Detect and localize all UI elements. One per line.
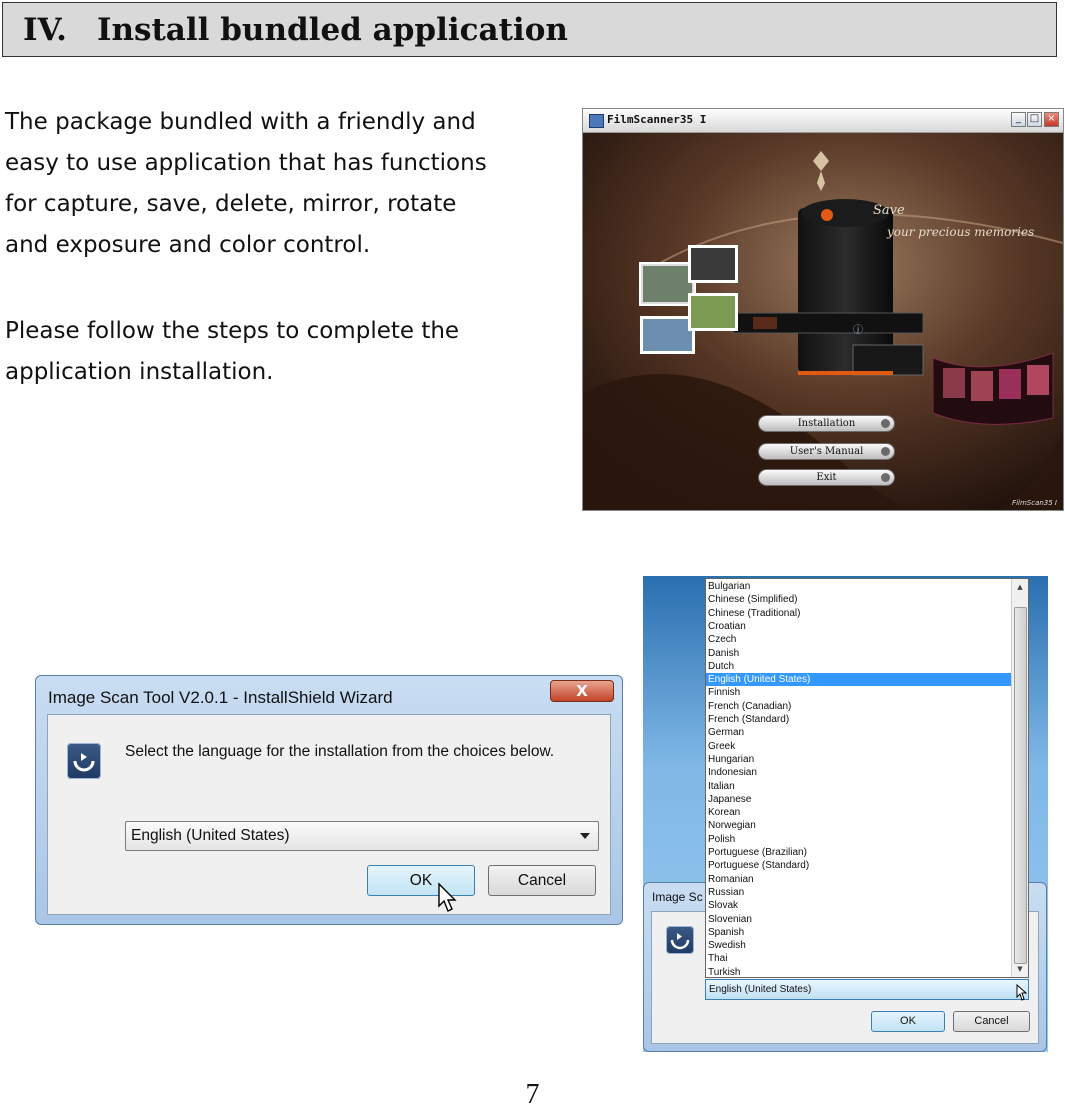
language-option[interactable]: Danish: [706, 647, 1012, 660]
language-option[interactable]: Norwegian: [706, 819, 1012, 832]
language-option[interactable]: German: [706, 726, 1012, 739]
language-select-open[interactable]: English (United States): [705, 979, 1029, 1001]
steps-line: Please follow the steps to complete the: [5, 318, 460, 344]
section-title: Install bundled application: [97, 12, 568, 48]
language-option[interactable]: Chinese (Traditional): [706, 607, 1012, 620]
language-option[interactable]: English (United States): [706, 673, 1012, 687]
language-option[interactable]: French (Canadian): [706, 700, 1012, 713]
close-icon[interactable]: ×: [1044, 112, 1059, 127]
cancel-button[interactable]: Cancel: [953, 1011, 1030, 1032]
install-dialog-title: Image Scan Tool V2.0.1 - InstallShield W…: [48, 688, 393, 707]
users-manual-button[interactable]: User's Manual: [758, 443, 895, 460]
intro-line: and exposure and color control.: [5, 232, 371, 258]
language-option[interactable]: Russian: [706, 886, 1012, 899]
language-option[interactable]: Slovak: [706, 899, 1012, 912]
section-heading: IV. Install bundled application: [2, 2, 1057, 57]
language-option[interactable]: Czech: [706, 633, 1012, 646]
installer-icon: [666, 926, 694, 954]
language-option[interactable]: Portuguese (Brazilian): [706, 846, 1012, 859]
language-option[interactable]: Thai: [706, 952, 1012, 965]
minimize-icon[interactable]: _: [1011, 112, 1026, 127]
ok-button[interactable]: OK: [871, 1011, 945, 1032]
chevron-down-icon: [580, 833, 590, 839]
mouse-cursor-icon: [438, 882, 457, 912]
language-option[interactable]: Swedish: [706, 939, 1012, 952]
language-option[interactable]: French (Standard): [706, 713, 1012, 726]
install-dialog-body: Select the language for the installation…: [47, 714, 611, 915]
users-manual-label: User's Manual: [789, 446, 864, 457]
installation-label: Installation: [797, 418, 856, 429]
cancel-button[interactable]: Cancel: [488, 865, 596, 896]
language-option[interactable]: Slovenian: [706, 913, 1012, 926]
scroll-up-icon[interactable]: ▲: [1012, 579, 1028, 595]
svg-text:ⓙ: ⓙ: [853, 324, 863, 336]
filmscanner-titlebar: FilmScanner35 I _ □ ×: [583, 109, 1063, 133]
language-option[interactable]: Chinese (Simplified): [706, 593, 1012, 606]
slogan-line1: Save: [873, 203, 905, 218]
language-option[interactable]: Polish: [706, 833, 1012, 846]
exit-button[interactable]: Exit: [758, 469, 895, 486]
close-button[interactable]: X: [550, 680, 614, 702]
scroll-down-icon[interactable]: ▼: [1012, 961, 1028, 977]
installer-icon: [67, 743, 101, 779]
intro-line: for capture, save, delete, mirror, rotat…: [5, 191, 457, 217]
app-icon: [589, 114, 604, 128]
section-number: IV.: [23, 12, 67, 48]
language-option[interactable]: Japanese: [706, 793, 1012, 806]
slogan-line2: your precious memories: [887, 225, 1035, 239]
intro-line: The package bundled with a friendly and: [5, 109, 476, 135]
page-number: 7: [525, 1079, 540, 1110]
filmscanner-splash: ⓙ Save your precious memories Installati…: [583, 133, 1063, 510]
scrollbar[interactable]: ▲ ▼: [1011, 579, 1028, 977]
language-option[interactable]: Indonesian: [706, 766, 1012, 779]
intro-paragraph: The package bundled with a friendly and …: [5, 102, 487, 266]
arrow-icon: [881, 473, 890, 482]
language-option[interactable]: Romanian: [706, 873, 1012, 886]
language-option[interactable]: Italian: [706, 780, 1012, 793]
arrow-icon: [881, 447, 890, 456]
language-option[interactable]: Hungarian: [706, 753, 1012, 766]
language-option[interactable]: Croatian: [706, 620, 1012, 633]
language-option[interactable]: Dutch: [706, 660, 1012, 673]
language-option[interactable]: Portuguese (Standard): [706, 859, 1012, 872]
language-option[interactable]: Turkish: [706, 966, 1012, 979]
language-list[interactable]: Bulgarian Chinese (Simplified) Chinese (Tr…: [705, 578, 1029, 978]
filmscanner-window: FilmScanner35 I _ □ × ⓙ Save your precio…: [582, 108, 1064, 511]
language-option[interactable]: Spanish: [706, 926, 1012, 939]
language-select-value: English (United States): [131, 827, 290, 844]
filmscan-logo: FilmScan35 I: [1012, 499, 1057, 507]
maximize-icon[interactable]: □: [1027, 112, 1042, 127]
language-option[interactable]: Bulgarian: [706, 580, 1012, 593]
scrollbar-thumb[interactable]: [1014, 607, 1027, 964]
language-select-value: English (United States): [709, 984, 812, 995]
language-option[interactable]: Korean: [706, 806, 1012, 819]
language-option[interactable]: Finnish: [706, 686, 1012, 699]
install-dialog: Image Scan Tool V2.0.1 - InstallShield W…: [35, 675, 623, 925]
installation-button[interactable]: Installation: [758, 415, 895, 432]
exit-label: Exit: [816, 472, 837, 483]
language-prompt: Select the language for the installation…: [125, 743, 555, 760]
steps-line: application installation.: [5, 359, 274, 385]
language-select[interactable]: English (United States): [125, 821, 599, 851]
arrow-icon: [881, 419, 890, 428]
language-dialog-title: Image Sc: [652, 890, 703, 904]
mouse-cursor-icon: [1016, 984, 1028, 1001]
intro-line: easy to use application that has functio…: [5, 150, 487, 176]
filmscanner-title: FilmScanner35 I: [607, 113, 707, 126]
steps-paragraph: Please follow the steps to complete the …: [5, 311, 459, 393]
language-option[interactable]: Greek: [706, 740, 1012, 753]
